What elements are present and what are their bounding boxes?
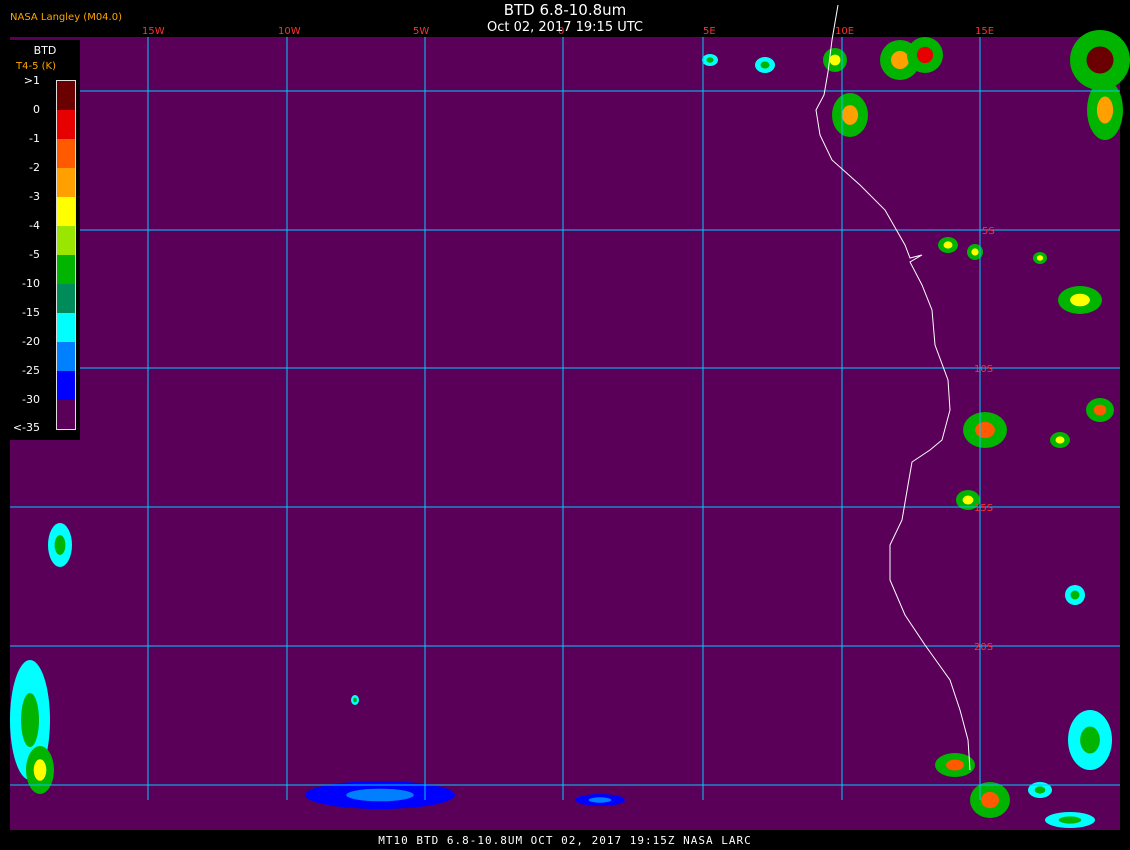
timestamp: Oct 02, 2017 19:15 UTC bbox=[487, 20, 643, 35]
cloud-core bbox=[1036, 255, 1044, 261]
legend-label: -10 bbox=[22, 277, 40, 290]
lat-label: 15S bbox=[974, 503, 993, 514]
legend-swatch bbox=[57, 313, 75, 342]
cloud-core bbox=[891, 51, 909, 69]
legend-swatch bbox=[57, 139, 75, 168]
legend-swatch bbox=[57, 197, 75, 226]
color-legend: BTD T4-5 (K) >1 0 -1 -2 -3 -4 -5 -10 -15… bbox=[10, 40, 80, 440]
lat-label: 10S bbox=[974, 364, 993, 375]
legend-label: -15 bbox=[22, 306, 40, 319]
cloud-core bbox=[916, 46, 934, 64]
legend-units: T4-5 (K) bbox=[16, 61, 56, 72]
cloud-core bbox=[353, 697, 357, 703]
cloud-core bbox=[706, 57, 714, 63]
footer-caption: MT10 BTD 6.8-10.8UM OCT 02, 2017 19:15Z … bbox=[378, 834, 752, 847]
cloud-core bbox=[841, 105, 859, 125]
legend-title: BTD bbox=[33, 44, 57, 57]
satellite-map: 15W 10W 5W 0 5E 10E 15E 5S 10S 15S 20S bbox=[0, 0, 1130, 850]
legend-label: 0 bbox=[33, 103, 40, 116]
cloud-core bbox=[1086, 46, 1114, 74]
legend-label: -20 bbox=[22, 335, 40, 348]
cloud-core bbox=[975, 421, 995, 439]
legend-label: -3 bbox=[29, 190, 40, 203]
legend-label: -30 bbox=[22, 393, 40, 406]
legend-label: >1 bbox=[23, 74, 40, 87]
cloud-core bbox=[943, 241, 953, 249]
cloud-core bbox=[1070, 590, 1080, 600]
cloud-core bbox=[971, 248, 979, 256]
legend-label: -25 bbox=[22, 364, 40, 377]
lat-label: 5S bbox=[982, 226, 995, 237]
legend-swatch bbox=[57, 168, 75, 197]
cloud-core bbox=[946, 759, 964, 771]
cloud-core bbox=[1093, 404, 1107, 416]
map-background bbox=[10, 37, 1120, 830]
product-title: BTD 6.8-10.8um bbox=[503, 1, 627, 19]
cloud-core bbox=[21, 693, 39, 747]
legend-swatch bbox=[57, 255, 75, 284]
lat-label: 20S bbox=[974, 642, 993, 653]
legend-swatch bbox=[57, 81, 75, 110]
legend-label: -5 bbox=[29, 248, 40, 261]
cloud-core bbox=[1055, 436, 1065, 444]
cloud-core bbox=[1096, 96, 1114, 124]
cloud-core bbox=[760, 61, 770, 69]
cloud-core bbox=[33, 759, 47, 781]
legend-swatch bbox=[57, 342, 75, 371]
cloud-core bbox=[1080, 726, 1100, 754]
legend-color-bar bbox=[56, 80, 76, 430]
cloud-core bbox=[1058, 816, 1082, 824]
cloud-core bbox=[962, 495, 974, 505]
legend-swatch bbox=[57, 110, 75, 139]
legend-label: <-35 bbox=[12, 421, 40, 434]
legend-swatch bbox=[57, 284, 75, 313]
legend-swatch bbox=[57, 400, 75, 429]
cloud-core bbox=[1070, 293, 1090, 307]
cloud-core bbox=[346, 788, 414, 802]
legend-label: -1 bbox=[29, 132, 40, 145]
cloud-core bbox=[54, 535, 66, 555]
legend-label: -4 bbox=[29, 219, 40, 232]
legend-swatch bbox=[57, 371, 75, 400]
legend-swatch bbox=[57, 226, 75, 255]
legend-label: -2 bbox=[29, 161, 40, 174]
cloud-core bbox=[588, 797, 612, 803]
cloud-core bbox=[981, 791, 999, 809]
cloud-core bbox=[1034, 786, 1046, 794]
cloud-core bbox=[829, 54, 841, 66]
